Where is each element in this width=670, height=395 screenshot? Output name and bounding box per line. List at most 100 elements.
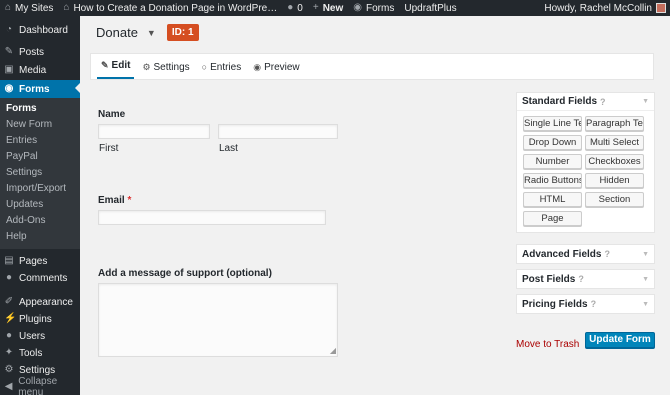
tab-settings[interactable]: ⚙ Settings [138, 55, 193, 79]
pin-icon: ✎ [4, 46, 14, 57]
sidebar-item-label: Settings [19, 364, 56, 376]
dashboard-icon: ◔ [5, 24, 13, 35]
update-form-button[interactable]: Update Form [585, 332, 655, 348]
sidebar-item-appearance[interactable]: ✐ Appearance [0, 294, 80, 310]
sidebar-item-dashboard[interactable]: ◔ Dashboard [0, 22, 80, 38]
cogs-icon: ⚙ [142, 61, 151, 72]
tab-entries[interactable]: ○ Entries [198, 55, 246, 79]
sidebar-item-tools[interactable]: ✦ Tools [0, 345, 80, 361]
message-field-label: Add a message of support (optional) [98, 268, 272, 279]
comments-menu[interactable]: ● 0 [282, 0, 308, 16]
add-hidden-button[interactable]: Hidden [585, 173, 644, 188]
edit-icon: ✎ [101, 60, 109, 70]
help-icon[interactable]: ? [578, 274, 584, 284]
help-icon[interactable]: ? [600, 97, 606, 107]
email-input[interactable] [98, 210, 326, 225]
sidebar-item-label: Dashboard [19, 24, 68, 36]
submenu-item-entries[interactable]: Entries [0, 133, 80, 149]
panel-title: Pricing Fields [522, 298, 588, 310]
post-fields-header[interactable]: Post Fields? ▼ [517, 270, 654, 288]
forms-menu[interactable]: ◉ Forms [348, 0, 399, 16]
account-menu[interactable]: Howdy, Rachel McCollin [544, 3, 670, 14]
sidebar-item-forms[interactable]: ◉ Forms [0, 80, 80, 98]
add-paragraph-text-button[interactable]: Paragraph Text [585, 116, 644, 131]
form-id-badge: ID: 1 [166, 24, 199, 41]
help-icon[interactable]: ? [604, 249, 610, 259]
comment-icon: ● [287, 2, 294, 13]
sidebar-item-posts[interactable]: ✎ Posts [0, 44, 80, 60]
tab-label: Preview [264, 61, 300, 73]
sidebar-item-label: Plugins [19, 313, 52, 325]
howdy-label: Howdy, Rachel McCollin [544, 2, 652, 14]
sidebar-item-comments[interactable]: ● Comments [0, 270, 80, 286]
tab-preview[interactable]: ◉ Preview [249, 55, 303, 79]
submenu-item-import-export[interactable]: Import/Export [0, 181, 80, 197]
collapse-icon: ◀ [4, 381, 13, 392]
panel-title: Advanced Fields [522, 248, 602, 260]
standard-fields-panel: Standard Fields? ▼ Single Line Text Parag… [516, 92, 655, 233]
add-number-button[interactable]: Number [523, 154, 582, 169]
collapse-label: Collapse menu [18, 376, 58, 395]
add-single-line-text-button[interactable]: Single Line Text [523, 116, 582, 131]
new-content-menu[interactable]: + New [308, 0, 348, 16]
tab-label: Settings [153, 61, 190, 73]
help-icon[interactable]: ? [591, 299, 597, 309]
updraftplus-label: UpdraftPlus [404, 2, 457, 14]
sidebar-item-pages[interactable]: ▤ Pages [0, 253, 80, 269]
panel-title: Standard Fields [522, 96, 598, 107]
caret-icon: ▼ [642, 275, 649, 283]
add-checkboxes-button[interactable]: Checkboxes [585, 154, 644, 169]
submenu-item-add-ons[interactable]: Add-Ons [0, 213, 80, 229]
submenu-item-new-form[interactable]: New Form [0, 117, 80, 133]
standard-fields-buttons: Single Line Text Paragraph Text Drop Dow… [517, 111, 654, 232]
form-toolbar: ✎ Edit ⚙ Settings ○ Entries ◉ Preview [90, 53, 654, 80]
new-label: New [322, 2, 344, 14]
my-sites-menu[interactable]: ⌂ My Sites [0, 0, 58, 16]
tab-edit[interactable]: ✎ Edit [97, 53, 135, 79]
sidebar-item-label: Appearance [19, 296, 73, 308]
first-name-input[interactable] [98, 124, 210, 139]
submenu-item-forms[interactable]: Forms [0, 101, 80, 117]
sidebar-item-label: Media [19, 64, 47, 76]
sidebar-item-users[interactable]: ● Users [0, 328, 80, 344]
pages-icon: ▤ [4, 255, 14, 266]
forms-label: Forms [366, 2, 395, 14]
advanced-fields-header[interactable]: Advanced Fields? ▼ [517, 245, 654, 263]
submenu-item-settings[interactable]: Settings [0, 165, 80, 181]
my-sites-icon: ⌂ [5, 2, 12, 13]
add-html-button[interactable]: HTML [523, 192, 582, 207]
sidebar-item-label: Pages [19, 255, 48, 267]
sidebar-item-label: Comments [19, 272, 68, 284]
pricing-fields-header[interactable]: Pricing Fields? ▼ [517, 295, 654, 313]
last-name-sublabel: Last [219, 143, 238, 154]
settings-icon: ⚙ [4, 364, 14, 375]
site-name-label: How to Create a Donation Page in WordPre… [73, 2, 278, 14]
site-name-menu[interactable]: ⌂ How to Create a Donation Page in WordPr… [58, 0, 282, 16]
gravity-forms-icon: ◉ [4, 83, 14, 94]
caret-icon: ▼ [642, 98, 649, 105]
last-name-input[interactable] [218, 124, 338, 139]
chevron-down-icon[interactable]: ▼ [147, 28, 156, 38]
caret-icon: ▼ [642, 300, 649, 308]
standard-fields-header[interactable]: Standard Fields? ▼ [517, 93, 654, 111]
message-textarea[interactable]: ◢ [98, 283, 338, 357]
add-page-button[interactable]: Page [523, 211, 582, 226]
move-to-trash-link[interactable]: Move to Trash [516, 339, 579, 350]
collapse-menu-button[interactable]: ◀ Collapse menu [0, 376, 80, 395]
media-icon: ▣ [4, 64, 14, 75]
caret-icon: ▼ [642, 250, 649, 258]
submenu-item-help[interactable]: Help [0, 229, 80, 245]
sidebar-item-label: Users [19, 330, 46, 342]
sidebar-item-plugins[interactable]: ⚡ Plugins [0, 311, 80, 327]
add-drop-down-button[interactable]: Drop Down [523, 135, 582, 150]
post-fields-panel: Post Fields? ▼ [516, 269, 655, 289]
add-section-button[interactable]: Section [585, 192, 644, 207]
sidebar-item-media[interactable]: ▣ Media [0, 62, 80, 78]
submenu-item-paypal[interactable]: PayPal [0, 149, 80, 165]
resize-handle-icon[interactable]: ◢ [330, 347, 336, 355]
home-icon: ⌂ [63, 2, 70, 13]
updraftplus-menu[interactable]: UpdraftPlus [399, 0, 461, 16]
add-radio-buttons-button[interactable]: Radio Buttons [523, 173, 582, 188]
submenu-item-updates[interactable]: Updates [0, 197, 80, 213]
add-multi-select-button[interactable]: Multi Select [585, 135, 644, 150]
